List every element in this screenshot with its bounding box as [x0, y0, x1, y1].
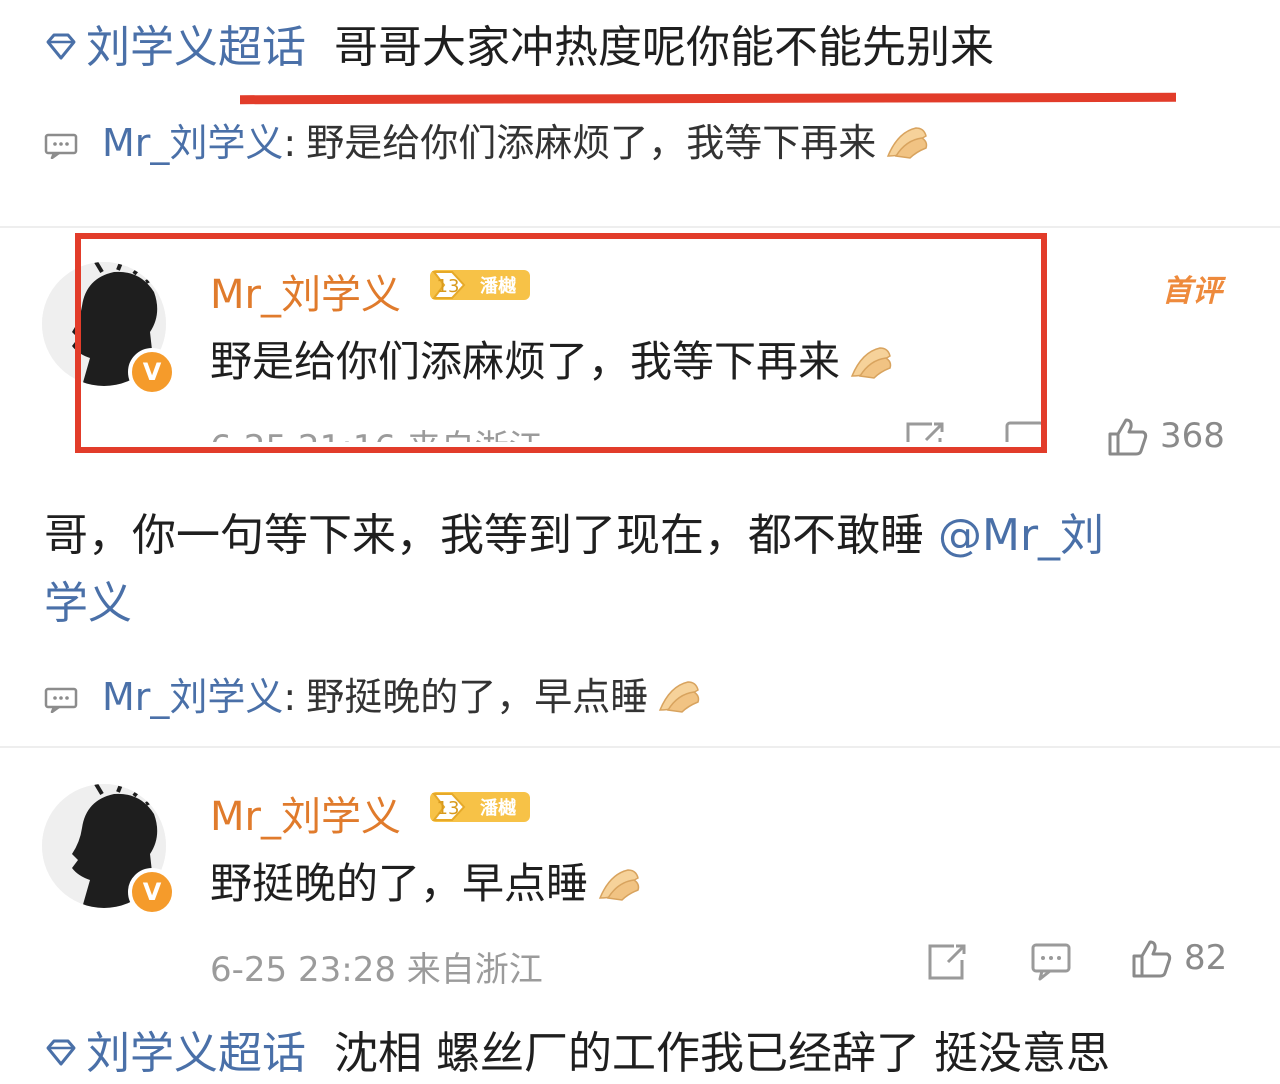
comment-meta: 6-25 23:28 来自浙江	[210, 950, 543, 990]
folded-hands-emoji-icon	[598, 869, 640, 901]
reply-author-link[interactable]: Mr_刘学义	[102, 675, 283, 719]
divider	[0, 226, 1280, 228]
divider	[0, 746, 1280, 748]
verified-badge-icon: V	[128, 868, 176, 916]
reply-author-link[interactable]: Mr_刘学义	[102, 121, 283, 165]
supertopic-diamond-icon	[46, 1039, 76, 1066]
mention-link[interactable]: @Mr_刘	[938, 510, 1104, 561]
svg-text:13: 13	[436, 798, 459, 819]
reply-text: 野挺晚的了，早点睡	[306, 675, 649, 719]
share-icon[interactable]	[926, 942, 968, 982]
reply-text: 野是给你们添麻烦了，我等下再来	[306, 121, 877, 165]
reply-preview[interactable]: Mr_刘学义: 野是给你们添麻烦了，我等下再来	[44, 118, 932, 168]
username-link[interactable]: Mr_刘学义	[210, 794, 401, 840]
folded-hands-emoji-icon	[659, 681, 700, 713]
comment-text: 野挺晚的了，早点睡	[210, 856, 644, 912]
post-text: 沈相 螺丝厂的工作我已经辞了 挺没意思	[334, 1028, 1110, 1079]
annotation-underline	[239, 92, 1177, 105]
post-text: 哥哥大家冲热度呢你能不能先别来	[334, 22, 994, 73]
reply-preview[interactable]: Mr_刘学义: 野挺晚的了，早点睡	[44, 672, 704, 722]
thumbs-up-icon	[1132, 940, 1172, 978]
thumbs-up-icon	[1108, 418, 1148, 456]
first-comment-badge: 首评	[1162, 274, 1222, 309]
svg-text:潘樾: 潘樾	[480, 798, 517, 819]
top-post[interactable]: 刘学义超话 哥哥大家冲热度呢你能不能先别来	[44, 18, 994, 78]
like-button[interactable]: 368	[1106, 416, 1225, 456]
supertopic-link[interactable]: 刘学义超话	[86, 22, 306, 73]
comment-bubble-icon	[44, 133, 78, 159]
supertopic-link[interactable]: 刘学义超话	[86, 1028, 306, 1079]
mention-link-cont[interactable]: 学义	[44, 578, 132, 629]
reply-colon: :	[283, 121, 297, 165]
comment-icon[interactable]	[1030, 942, 1072, 982]
fan-level-badge: 13 潘樾	[429, 792, 530, 822]
folded-hands-emoji-icon	[887, 127, 928, 159]
supertopic-diamond-icon	[46, 33, 76, 60]
post-body: 哥，你一句等下来，我等到了现在，都不敢睡 @Mr_刘 学义	[44, 510, 1105, 629]
reply-colon: :	[283, 675, 297, 719]
comment-bubble-icon	[44, 687, 78, 713]
like-count: 368	[1160, 416, 1225, 456]
comment-username[interactable]: Mr_刘学义 13 潘樾	[210, 788, 532, 843]
annotation-box	[75, 233, 1047, 453]
like-count: 82	[1184, 938, 1228, 978]
like-button[interactable]: 82	[1130, 938, 1227, 978]
next-post[interactable]: 刘学义超话 沈相 螺丝厂的工作我已经辞了 挺没意思	[44, 1024, 1110, 1084]
